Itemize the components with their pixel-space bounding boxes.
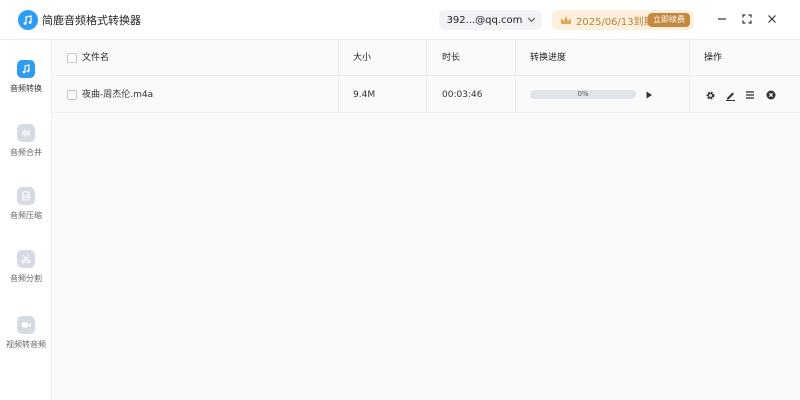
row-checkbox[interactable] [67, 90, 77, 100]
edit-icon[interactable] [724, 89, 736, 101]
header-filename: 文件名 [82, 53, 110, 63]
sidebar-item-label: 音频合并 [10, 148, 42, 157]
vip-status: 2025/06/13到期 立即续费 [552, 10, 694, 30]
audio-compress-icon [17, 187, 35, 205]
maximize-icon[interactable] [739, 11, 755, 27]
close-icon[interactable] [764, 11, 780, 27]
sidebar-item-video-to-audio[interactable]: 视频转音频 [0, 316, 52, 366]
file-size: 9.4M [353, 90, 376, 100]
file-duration: 00:03:46 [442, 90, 483, 100]
gear-icon[interactable] [704, 89, 716, 101]
progress-bar: 0% [530, 90, 636, 99]
video-camera-icon [17, 316, 35, 334]
sidebar-item-label: 音频转换 [10, 84, 42, 93]
chevron-down-icon [528, 14, 536, 23]
renew-button[interactable]: 立即续费 [648, 13, 690, 27]
sidebar-item-audio-compress[interactable]: 音频压缩 [0, 187, 52, 237]
vip-expiry: 2025/06/13到期 [576, 16, 654, 28]
account-dropdown[interactable]: 392...@qq.com [439, 10, 542, 30]
app-title: 简鹿音频格式转换器 [42, 14, 141, 27]
select-all-checkbox[interactable] [67, 53, 77, 63]
table-row[interactable]: 夜曲-周杰伦.m4a 9.4M 00:03:46 0% [53, 77, 800, 113]
sidebar-item-label: 音频分割 [10, 274, 42, 283]
menu-icon[interactable] [744, 89, 756, 101]
title-bar: 简鹿音频格式转换器 392...@qq.com 2025/06/13到期 立即续… [0, 0, 800, 40]
sidebar-item-label: 音频压缩 [10, 211, 42, 220]
music-note-icon [17, 60, 35, 78]
app-logo-icon [18, 10, 38, 30]
header-duration: 时长 [442, 53, 461, 63]
minimize-icon[interactable] [714, 11, 730, 27]
file-name: 夜曲-周杰伦.m4a [82, 90, 154, 100]
progress-label: 0% [577, 90, 589, 98]
sidebar-item-label: 视频转音频 [6, 340, 46, 349]
file-list-panel: 文件名 大小 时长 转换进度 操作 夜曲-周杰伦.m4a 9.4M 00:03:… [53, 40, 800, 400]
header-size: 大小 [353, 53, 372, 63]
sidebar: 音频转换 音频合并 音频压缩 音频分割 视频转音频 [0, 40, 52, 400]
header-progress: 转换进度 [530, 53, 567, 63]
header-actions: 操作 [704, 53, 723, 63]
delete-icon[interactable] [765, 89, 777, 101]
account-email: 392...@qq.com [446, 14, 523, 26]
sidebar-item-audio-merge[interactable]: 音频合并 [0, 124, 52, 174]
audio-merge-icon [17, 124, 35, 142]
play-icon[interactable] [643, 89, 655, 101]
crown-icon [560, 14, 572, 26]
sidebar-item-audio-split[interactable]: 音频分割 [0, 250, 52, 300]
scissors-icon [17, 250, 35, 268]
sidebar-item-audio-convert[interactable]: 音频转换 [0, 60, 52, 110]
